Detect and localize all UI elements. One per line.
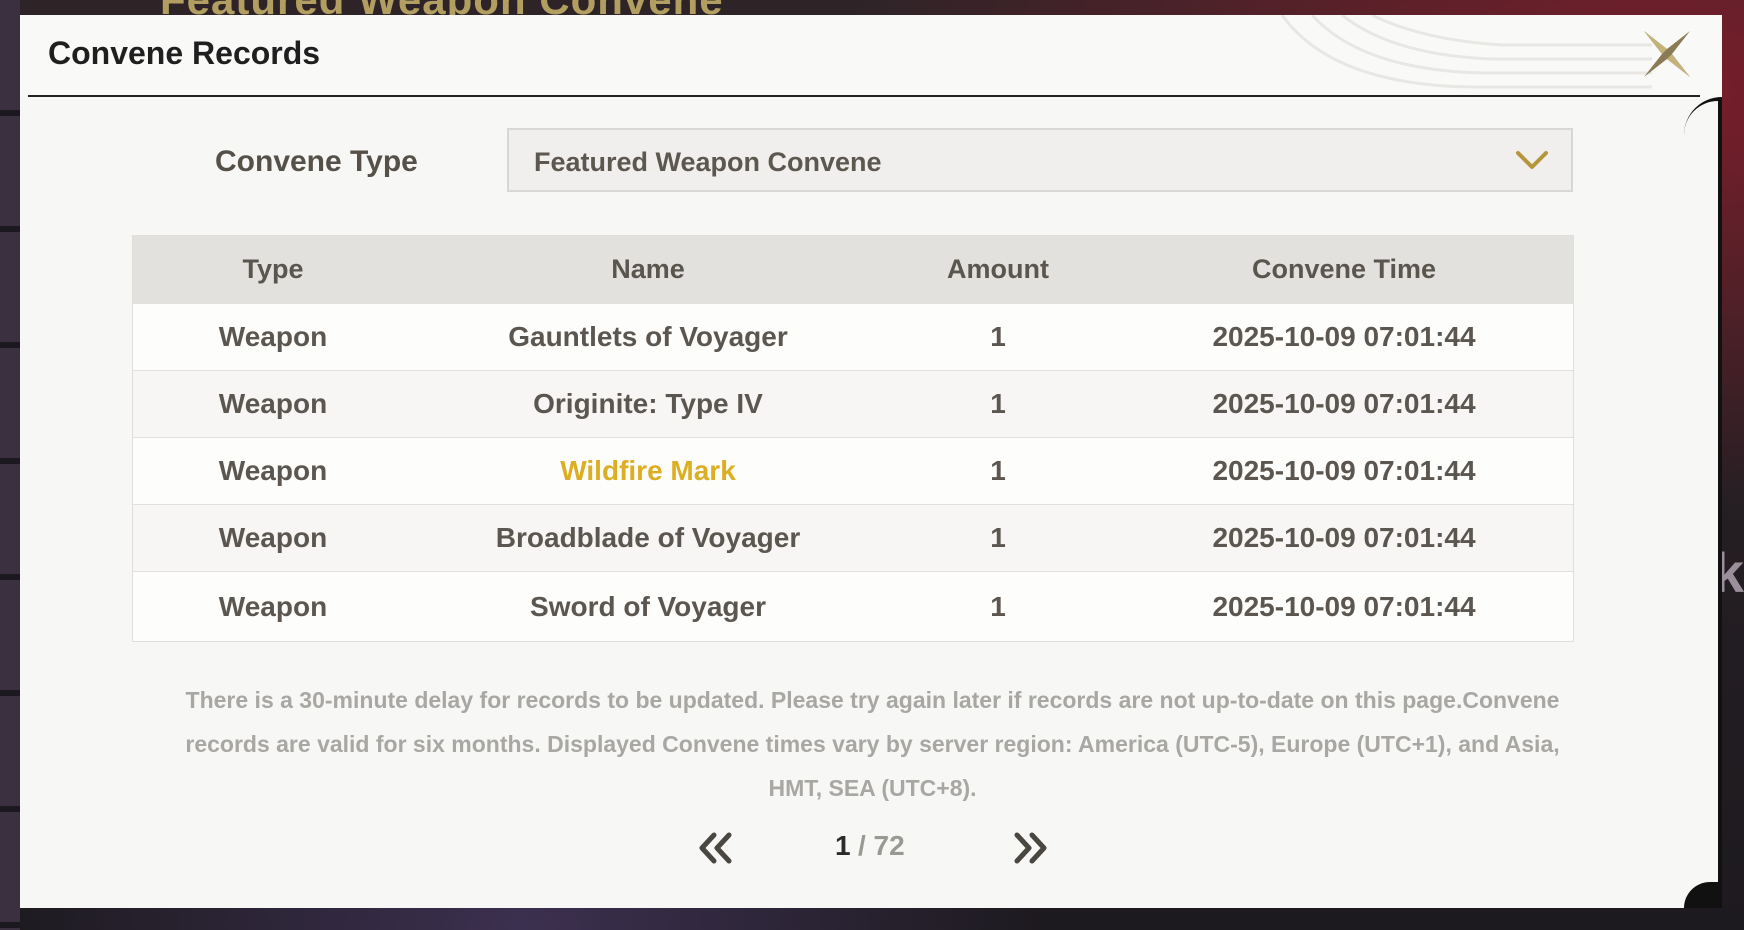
cell-convene-time: 2025-10-09 07:01:44 [1212, 321, 1476, 352]
cell-amount: 1 [990, 455, 1006, 486]
double-chevron-left-icon [699, 832, 732, 864]
table-row: Weapon Broadblade of Voyager 1 2025-10-0… [133, 504, 1573, 571]
dialog-header: Convene Records [20, 15, 1722, 97]
total-pages: / 72 [858, 830, 905, 861]
cell-type: Weapon [218, 522, 328, 553]
header-name: Name [611, 254, 685, 284]
cell-amount: 1 [990, 321, 1006, 352]
chevron-down-icon [1516, 151, 1548, 169]
close-button[interactable] [1642, 29, 1692, 79]
cell-name: Gauntlets of Voyager [508, 321, 788, 352]
cell-convene-time: 2025-10-09 07:01:44 [1212, 455, 1476, 486]
records-table: Type Name Amount Convene Time Weapon Gau… [132, 235, 1574, 642]
frame-corner-bottom-right [1684, 882, 1722, 908]
header-decoration [1272, 15, 1652, 95]
previous-page-button[interactable] [696, 830, 736, 866]
frame-right-edge [1718, 115, 1722, 908]
cell-amount: 1 [990, 590, 1006, 622]
cell-convene-time: 2025-10-09 07:01:44 [1212, 590, 1476, 622]
next-page-button[interactable] [1010, 830, 1050, 866]
table-row: Weapon Wildfire Mark 1 2025-10-09 07:01:… [133, 437, 1573, 504]
double-chevron-right-icon [1014, 832, 1047, 864]
cell-convene-time: 2025-10-09 07:01:44 [1212, 388, 1476, 419]
table-row: Weapon Originite: Type IV 1 2025-10-09 0… [133, 370, 1573, 437]
cell-name: Originite: Type IV [533, 388, 763, 419]
header-divider [28, 95, 1700, 97]
background-side-strip [0, 0, 20, 930]
header-type: Type [242, 254, 304, 284]
cell-type: Weapon [218, 455, 328, 486]
convene-type-select[interactable]: Featured Weapon Convene [507, 128, 1573, 192]
records-delay-note: There is a 30-minute delay for records t… [185, 687, 1560, 801]
table-row: Weapon Gauntlets of Voyager 1 2025-10-09… [133, 303, 1573, 370]
convene-type-label: Convene Type [215, 145, 418, 178]
header-convene-time: Convene Time [1251, 254, 1437, 284]
cell-type: Weapon [218, 321, 328, 352]
table-row: Weapon Sword of Voyager 1 2025-10-09 07:… [133, 571, 1573, 641]
dialog-title: Convene Records [48, 35, 321, 71]
close-x-icon [1644, 31, 1690, 77]
current-page-number: 1 [835, 830, 851, 861]
cell-convene-time: 2025-10-09 07:01:44 [1212, 522, 1476, 553]
convene-type-selected-value: Featured Weapon Convene [534, 147, 882, 177]
table-header-row: Type Name Amount Convene Time [133, 236, 1573, 303]
cell-type: Weapon [218, 388, 328, 419]
cell-amount: 1 [990, 388, 1006, 419]
cell-type: Weapon [218, 590, 328, 622]
cell-name: Broadblade of Voyager [495, 522, 801, 553]
frame-corner-top-right [1684, 97, 1722, 135]
header-amount: Amount [947, 254, 1049, 284]
cell-amount: 1 [990, 522, 1006, 553]
cell-name: Sword of Voyager [530, 590, 766, 622]
cell-name-highlighted: Wildfire Mark [560, 455, 736, 486]
